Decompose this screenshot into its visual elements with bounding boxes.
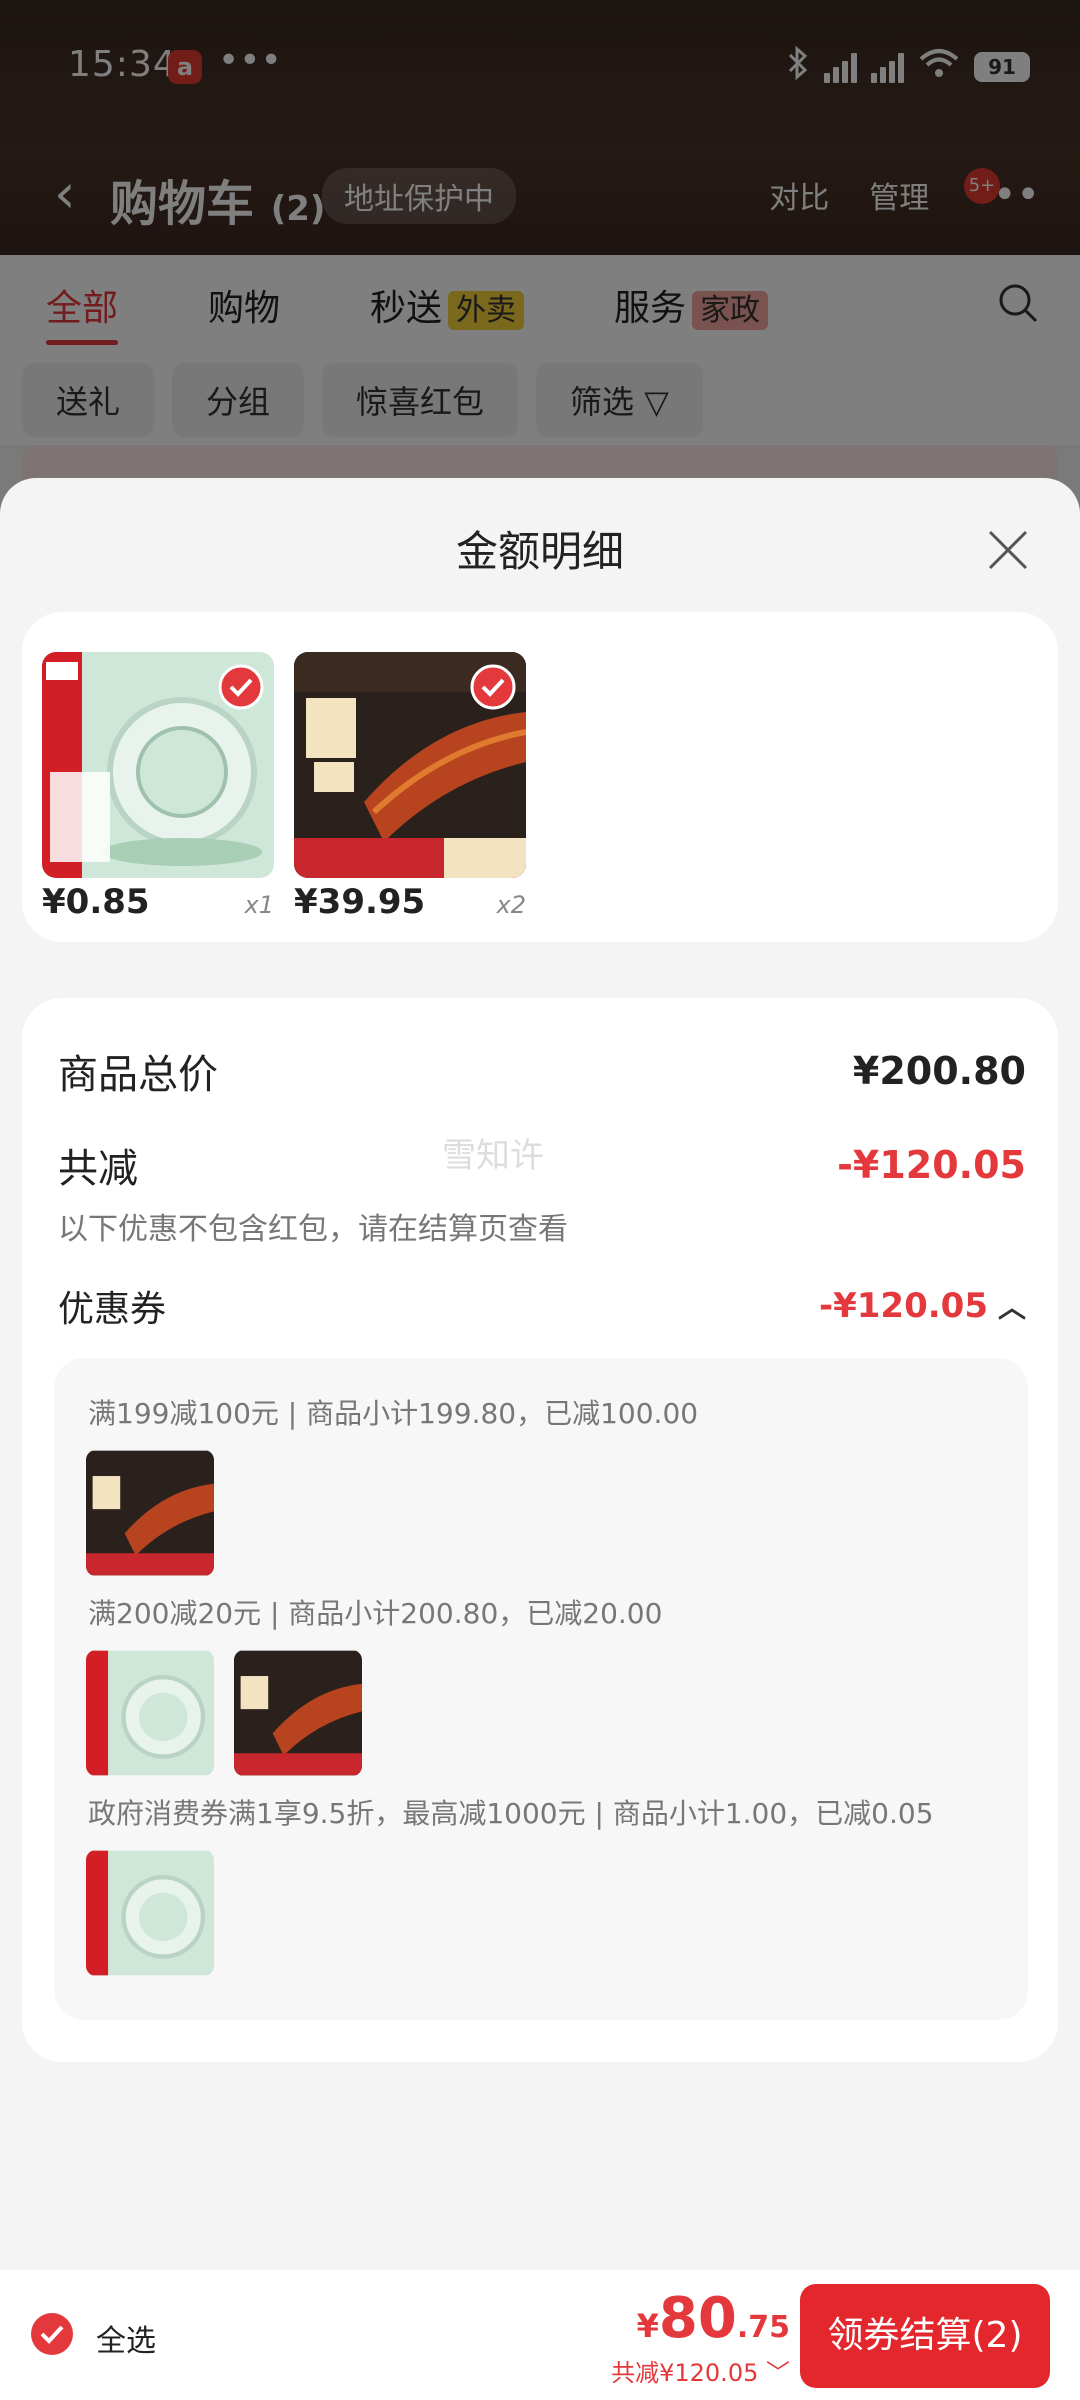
item-price: ¥39.95 bbox=[294, 882, 426, 922]
eel-product-image bbox=[294, 652, 526, 878]
tape-thumb bbox=[86, 1850, 214, 1976]
coupon-row[interactable]: 优惠券 -¥120.05 ︿ bbox=[58, 1280, 1026, 1332]
select-all[interactable]: 全选 bbox=[30, 2312, 156, 2364]
chevron-up-icon[interactable]: ︿ bbox=[998, 1286, 1026, 1326]
coupon-items bbox=[86, 1450, 214, 1576]
close-icon[interactable] bbox=[976, 518, 1040, 582]
cart-item[interactable]: ¥0.85 x1 bbox=[42, 652, 274, 922]
total-discount[interactable]: 共减¥120.05 ﹀ bbox=[611, 2353, 790, 2388]
amount-detail-card: 商品总价 ¥200.80 雪知许 共减 -¥120.05 以下优惠不包含红包，请… bbox=[22, 998, 1058, 2062]
coupon-value-group[interactable]: -¥120.05 ︿ bbox=[819, 1286, 1026, 1326]
checked-icon[interactable] bbox=[470, 664, 516, 710]
sheet-title: 金额明细 bbox=[455, 527, 624, 576]
discount-note: 以下优惠不包含红包，请在结算页查看 bbox=[58, 1212, 568, 1247]
coupon-line: 政府消费券满1享9.5折，最高减1000元 | 商品小计1.00，已减0.05 bbox=[88, 1797, 934, 1830]
checkout-button[interactable]: 领券结算(2) bbox=[800, 2284, 1050, 2388]
coupon-items bbox=[86, 1650, 362, 1776]
cart-items-card: ¥0.85 x1 ¥39.95 x2 bbox=[22, 612, 1058, 942]
checkout-bar: 全选 ¥80.75 共减¥120.05 ﹀ 领券结算(2) bbox=[0, 2270, 1080, 2400]
coupon-line: 满200减20元 | 商品小计200.80，已减20.00 bbox=[88, 1597, 663, 1630]
item-qty: x1 bbox=[244, 891, 274, 919]
item-qty: x2 bbox=[496, 891, 526, 919]
product-total-label: 商品总价 bbox=[58, 1052, 218, 1098]
checked-icon[interactable] bbox=[30, 2312, 74, 2364]
eel-thumb bbox=[86, 1450, 214, 1576]
product-total-row: 商品总价 ¥200.80 bbox=[58, 1042, 1026, 1100]
coupon-line: 满199减100元 | 商品小计199.80，已减100.00 bbox=[88, 1397, 699, 1430]
chevron-down-icon[interactable]: ﹀ bbox=[766, 2359, 790, 2387]
coupon-items bbox=[86, 1850, 214, 1976]
coupon-breakdown: 满199减100元 | 商品小计199.80，已减100.00 满200减20元… bbox=[54, 1358, 1028, 2020]
tape-thumb bbox=[86, 1650, 214, 1776]
tape-product-image bbox=[42, 652, 274, 878]
select-all-label: 全选 bbox=[96, 2324, 156, 2359]
discount-row: 共减 -¥120.05 bbox=[58, 1136, 1026, 1194]
amount-detail-sheet: 金额明细 ¥0.85 x1 ¥39.95 x2 商品总价 ¥200.80 雪知许… bbox=[0, 478, 1080, 2270]
checked-icon[interactable] bbox=[218, 664, 264, 710]
total-amount: ¥80.75 bbox=[636, 2286, 790, 2351]
item-price: ¥0.85 bbox=[42, 882, 150, 922]
cart-item[interactable]: ¥39.95 x2 bbox=[294, 652, 526, 922]
coupon-value: -¥120.05 bbox=[819, 1286, 988, 1326]
coupon-label: 优惠券 bbox=[58, 1289, 167, 1330]
discount-label: 共减 bbox=[58, 1146, 138, 1192]
total-price: ¥80.75 共减¥120.05 ﹀ bbox=[611, 2286, 790, 2388]
discount-value: -¥120.05 bbox=[837, 1143, 1026, 1187]
product-total-value: ¥200.80 bbox=[852, 1049, 1026, 1093]
eel-thumb bbox=[234, 1650, 362, 1776]
